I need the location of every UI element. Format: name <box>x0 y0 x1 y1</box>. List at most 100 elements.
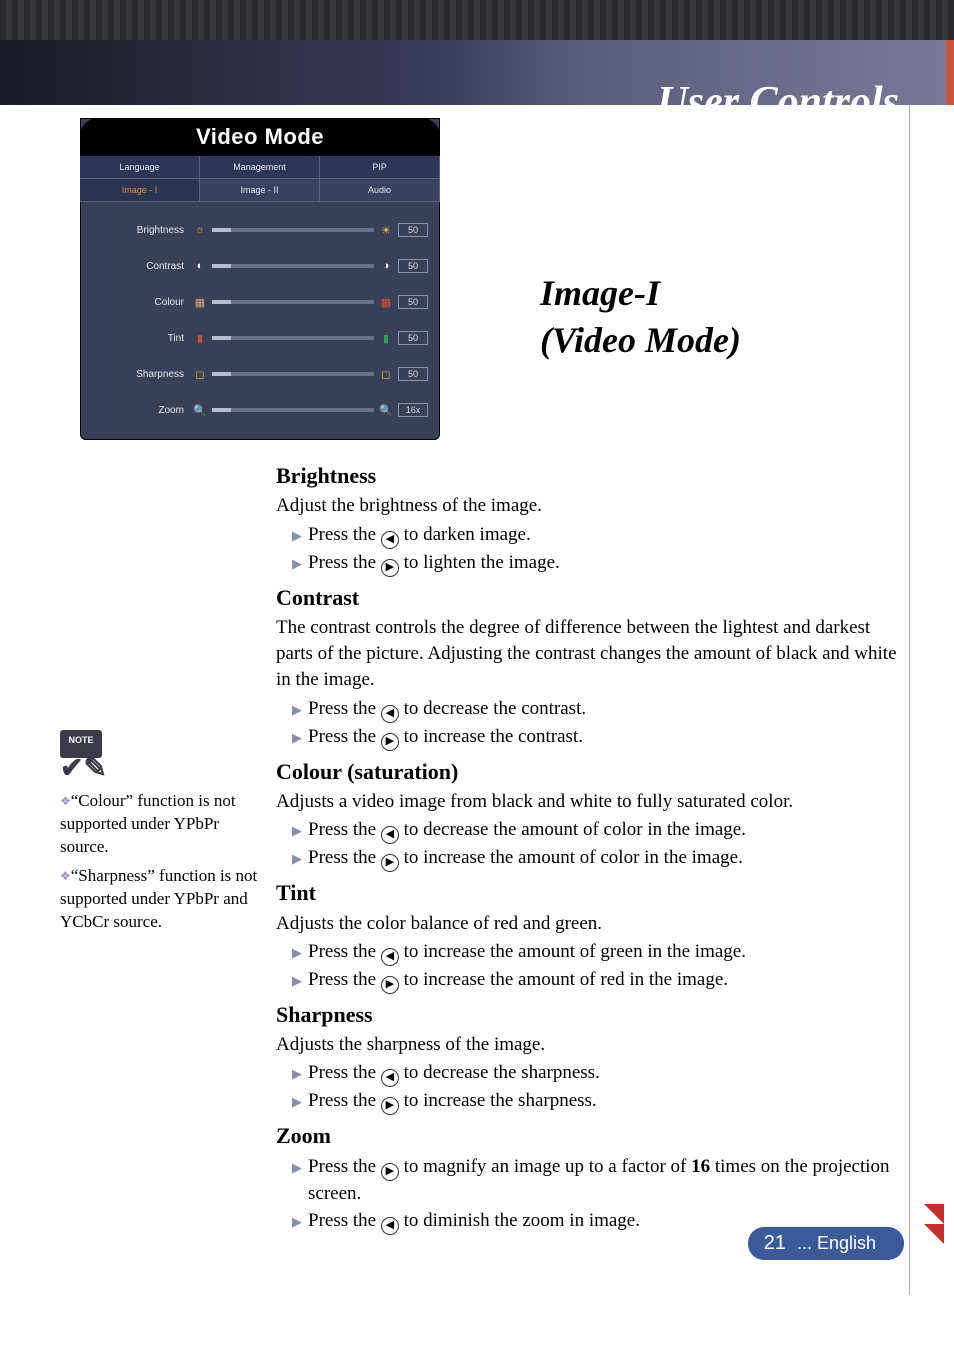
osd-row-brightness[interactable]: Brightness ☼ ☀ 50 <box>92 212 428 248</box>
left-arrow-button-icon: ◀ <box>381 948 399 966</box>
osd-row-tint[interactable]: Tint ▮ ▮ 50 <box>92 320 428 356</box>
li-text: to increase the amount of green in the i… <box>399 941 746 962</box>
osd-label: Sharpness <box>92 369 192 380</box>
heading-colour: Colour (saturation) <box>276 757 898 787</box>
li-text: Press the <box>308 1156 381 1177</box>
osd-tab-image1[interactable]: Image - I <box>80 179 200 202</box>
osd-tab-audio[interactable]: Audio <box>320 179 440 202</box>
osd-rows: Brightness ☼ ☀ 50 Contrast ◐ ◑ 50 Colour… <box>80 202 440 428</box>
triangle-bullet-icon: ▶ <box>292 729 302 747</box>
osd-row-sharpness[interactable]: Sharpness ◻ ◻ 50 <box>92 356 428 392</box>
right-arrow-button-icon: ▶ <box>381 854 399 872</box>
li-text: Press the <box>308 847 381 868</box>
osd-tabs: Language Management PIP Image - I Image … <box>80 156 440 202</box>
triangle-bullet-icon: ▶ <box>292 1213 302 1231</box>
colour-high-icon: ▦ <box>378 295 394 309</box>
osd-value: 50 <box>398 223 428 237</box>
li-text: to darken image. <box>399 524 531 545</box>
li-text: Press the <box>308 698 381 719</box>
left-arrow-button-icon: ◀ <box>381 826 399 844</box>
list-item: ▶Press the ◀ to decrease the amount of c… <box>276 817 898 844</box>
right-arrow-button-icon: ▶ <box>381 1097 399 1115</box>
li-text: Press the <box>308 819 381 840</box>
heading-tint: Tint <box>276 878 898 908</box>
osd-tab-management[interactable]: Management <box>200 156 320 179</box>
check-pencil-icon: ✔︎✎ <box>60 762 260 776</box>
li-text: Press the <box>308 1090 381 1111</box>
triangle-bullet-icon: ▶ <box>292 850 302 868</box>
list-item: ▶Press the ▶ to increase the sharpness. <box>276 1088 898 1115</box>
li-text: to lighten the image. <box>399 552 560 573</box>
contrast-low-icon: ◐ <box>192 259 208 273</box>
page-lang: ... English <box>797 1233 876 1253</box>
page-title: User Controls <box>657 78 899 126</box>
list-item: ▶Press the ◀ to decrease the sharpness. <box>276 1060 898 1087</box>
diamond-icon: ❖ <box>60 869 71 883</box>
right-arrow-button-icon: ▶ <box>381 1163 399 1181</box>
top-decor-bar <box>0 0 954 40</box>
osd-row-contrast[interactable]: Contrast ◐ ◑ 50 <box>92 248 428 284</box>
slider-track[interactable] <box>212 372 374 376</box>
triangle-bullet-icon: ▶ <box>292 1093 302 1111</box>
triangle-bullet-icon: ▶ <box>292 701 302 719</box>
para: Adjusts the color balance of red and gre… <box>276 911 898 937</box>
osd-menu: Video Mode Language Management PIP Image… <box>80 118 440 440</box>
osd-tab-language[interactable]: Language <box>80 156 200 179</box>
osd-value: 50 <box>398 331 428 345</box>
note-item: ❖“Colour” function is not supported unde… <box>60 790 260 859</box>
colour-low-icon: ▦ <box>192 295 208 309</box>
slider-track[interactable] <box>212 336 374 340</box>
note-sidebar: NOTE ✔︎✎ ❖“Colour” function is not suppo… <box>60 730 260 940</box>
osd-value: 50 <box>398 367 428 381</box>
li-text: Press the <box>308 1210 381 1231</box>
osd-tab-image2[interactable]: Image - II <box>200 179 320 202</box>
sun-dim-icon: ☼ <box>192 223 208 237</box>
right-arrow-button-icon: ▶ <box>381 733 399 751</box>
triangle-bullet-icon: ▶ <box>292 527 302 545</box>
left-arrow-button-icon: ◀ <box>381 531 399 549</box>
slider-track[interactable] <box>212 300 374 304</box>
section-title-line2: (Video Mode) <box>540 320 741 360</box>
sharp-low-icon: ◻ <box>192 367 208 381</box>
list-item: ▶Press the ▶ to increase the amount of r… <box>276 967 898 994</box>
list-item: ▶Press the ▶ to increase the contrast. <box>276 724 898 751</box>
slider-track[interactable] <box>212 408 374 412</box>
osd-title: Video Mode <box>80 118 440 156</box>
triangle-bullet-icon: ▶ <box>292 1065 302 1083</box>
right-rule <box>909 105 910 1295</box>
heading-sharpness: Sharpness <box>276 1000 898 1030</box>
slider-track[interactable] <box>212 264 374 268</box>
heading-brightness: Brightness <box>276 461 898 491</box>
li-text: Press the <box>308 1062 381 1083</box>
corner-arrow-icon <box>924 1224 944 1244</box>
li-text: to decrease the contrast. <box>399 698 586 719</box>
list-item: ▶Press the ▶ to magnify an image up to a… <box>276 1154 898 1207</box>
osd-row-colour[interactable]: Colour ▦ ▦ 50 <box>92 284 428 320</box>
li-text: Press the <box>308 726 381 747</box>
contrast-high-icon: ◑ <box>378 259 394 273</box>
slider-track[interactable] <box>212 228 374 232</box>
page-number-pill: 21 ... English <box>748 1227 904 1260</box>
li-text: Press the <box>308 941 381 962</box>
triangle-bullet-icon: ▶ <box>292 555 302 573</box>
header-accent <box>946 40 954 105</box>
tint-high-icon: ▮ <box>378 331 394 345</box>
osd-tab-pip[interactable]: PIP <box>320 156 440 179</box>
list-item: ▶Press the ◀ to increase the amount of g… <box>276 939 898 966</box>
osd-row-zoom[interactable]: Zoom 🔍 🔍 16x <box>92 392 428 428</box>
left-arrow-button-icon: ◀ <box>381 705 399 723</box>
right-arrow-button-icon: ▶ <box>381 976 399 994</box>
section-title-line1: Image-I <box>540 273 660 313</box>
zoom-in-icon: 🔍 <box>378 403 394 417</box>
li-text: to decrease the amount of color in the i… <box>399 819 746 840</box>
para: The contrast controls the degree of diff… <box>276 615 898 694</box>
triangle-bullet-icon: ▶ <box>292 1159 302 1177</box>
para: Adjusts a video image from black and whi… <box>276 789 898 815</box>
page-number: 21 <box>764 1232 786 1254</box>
list-item: ▶Press the ▶ to lighten the image. <box>276 550 898 577</box>
para: Adjusts the sharpness of the image. <box>276 1032 898 1058</box>
note-text: “Sharpness” function is not supported un… <box>60 866 257 931</box>
li-text: Press the <box>308 969 381 990</box>
li-text: to increase the amount of color in the i… <box>399 847 743 868</box>
osd-label: Colour <box>92 297 192 308</box>
